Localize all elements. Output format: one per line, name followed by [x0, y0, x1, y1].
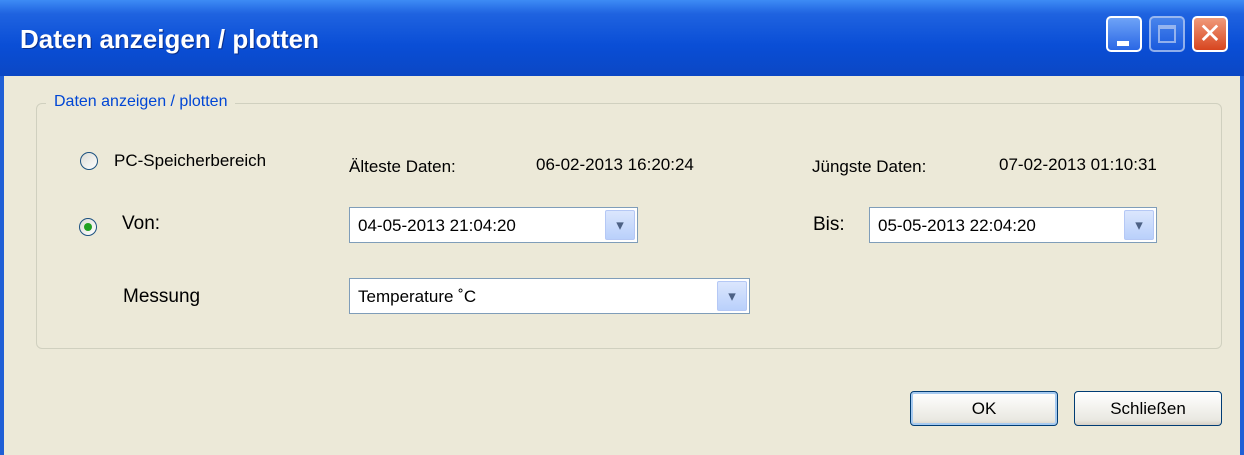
chevron-down-icon: ▾ [616, 216, 624, 234]
newest-data-value: 07-02-2013 01:10:31 [999, 155, 1157, 174]
measurement-value: Temperature ˚C [358, 287, 477, 306]
to-dropdown-button[interactable]: ▾ [1124, 210, 1154, 240]
from-label[interactable]: Von: [122, 213, 160, 235]
from-dropdown-button[interactable]: ▾ [605, 210, 635, 240]
chevron-down-icon: ▾ [728, 287, 736, 305]
from-radio[interactable] [79, 218, 97, 236]
pc-memory-radio[interactable] [80, 152, 98, 170]
oldest-data-value: 06-02-2013 16:20:24 [536, 155, 694, 174]
measurement-dropdown-button[interactable]: ▾ [717, 281, 747, 311]
maximize-icon [1158, 25, 1176, 43]
minimize-button[interactable] [1106, 16, 1142, 52]
close-window-button[interactable]: ✕ [1192, 16, 1228, 52]
radio-selected-dot [84, 223, 92, 231]
measurement-label: Messung [123, 286, 201, 307]
oldest-data-label: Älteste Daten: [349, 157, 456, 176]
ok-button[interactable]: OK [910, 391, 1058, 426]
to-label: Bis: [813, 214, 845, 235]
dialog-window: Daten anzeigen / plotten ✕ Daten anzeige… [0, 0, 1244, 455]
group-caption: Daten anzeigen / plotten [46, 93, 236, 111]
chevron-down-icon: ▾ [1135, 216, 1143, 234]
close-button[interactable]: Schließen [1074, 391, 1222, 426]
newest-data-label: Jüngste Daten: [812, 157, 927, 176]
to-date-value: 05-05-2013 22:04:20 [878, 216, 1036, 235]
close-icon: ✕ [1198, 17, 1222, 50]
to-date-combo[interactable]: 05-05-2013 22:04:20 ▾ [869, 207, 1157, 243]
maximize-button [1149, 16, 1185, 52]
title-bar[interactable]: Daten anzeigen / plotten ✕ [0, 0, 1244, 76]
from-date-combo[interactable]: 04-05-2013 21:04:20 ▾ [349, 207, 638, 243]
from-date-value: 04-05-2013 21:04:20 [358, 216, 516, 235]
window-title: Daten anzeigen / plotten [20, 24, 320, 54]
measurement-combo[interactable]: Temperature ˚C ▾ [349, 278, 750, 314]
pc-memory-label[interactable]: PC-Speicherbereich [114, 151, 266, 171]
minimize-icon [1117, 41, 1129, 46]
